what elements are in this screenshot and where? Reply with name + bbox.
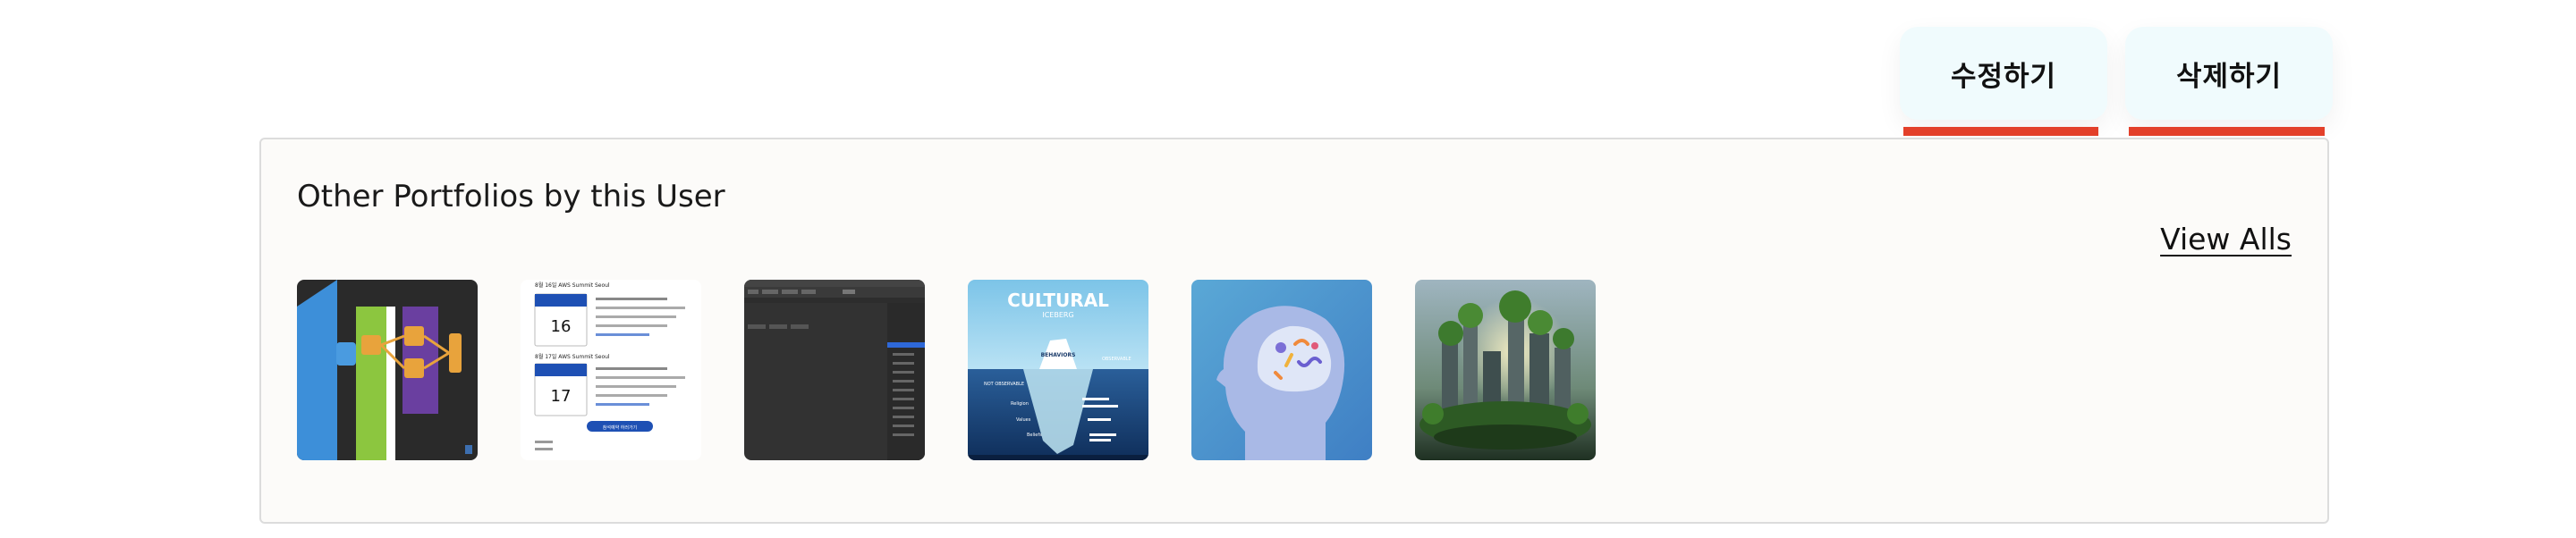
delete-button[interactable]: 삭제하기 — [2125, 27, 2333, 120]
portfolio-thumbnail[interactable] — [297, 280, 478, 460]
iceberg-observable: OBSERVABLE — [1102, 357, 1131, 362]
iceberg-beliefs: Beliefs — [1027, 433, 1042, 438]
event-schedule-image: 8월 16일 AWS Summit Seoul 16 8월 17일 AWS Su… — [521, 280, 701, 460]
schedule-heading-2: 8월 17일 AWS Summit Seoul — [535, 353, 610, 360]
architecture-diagram-image — [297, 280, 478, 460]
schedule-day-2: 17 — [551, 387, 572, 406]
iceberg-values: Values — [1016, 417, 1031, 423]
portfolio-thumbnail[interactable]: 8월 16일 AWS Summit Seoul 16 8월 17일 AWS Su… — [521, 280, 701, 460]
cultural-iceberg-image: CULTURAL ICEBERG BEHAVIORS OBSERVABLE NO… — [968, 280, 1148, 460]
edit-button[interactable]: 수정하기 — [1900, 27, 2107, 120]
edit-button-underline — [1903, 127, 2098, 136]
iceberg-subtitle: ICEBERG — [1042, 311, 1073, 319]
portfolio-thumbnail[interactable]: CULTURAL ICEBERG BEHAVIORS OBSERVABLE NO… — [968, 280, 1148, 460]
section-title: Other Portfolios by this User — [297, 179, 725, 214]
schedule-button: 참석예약 하러가기 — [603, 425, 637, 431]
iceberg-not-observable: NOT OBSERVABLE — [984, 382, 1024, 387]
iceberg-behaviors: BEHAVIORS — [1041, 352, 1076, 358]
portfolio-thumbnail[interactable] — [1191, 280, 1372, 460]
iceberg-title: CULTURAL — [1007, 290, 1109, 311]
delete-button-label: 삭제하기 — [2175, 60, 2283, 93]
page: 수정하기 삭제하기 Other Portfolios by this User … — [0, 0, 2576, 538]
schedule-day-1: 16 — [551, 317, 572, 336]
head-brain-image — [1191, 280, 1372, 460]
view-all-link[interactable]: View Alls — [2160, 222, 2292, 256]
schedule-heading-1: 8월 16일 AWS Summit Seoul — [535, 282, 610, 289]
code-editor-image — [744, 280, 925, 460]
portfolio-thumbnail[interactable] — [1415, 280, 1596, 460]
portfolio-thumbnail[interactable] — [744, 280, 925, 460]
other-portfolios-panel: Other Portfolios by this User View Alls — [259, 138, 2329, 524]
portfolio-thumbnails: 8월 16일 AWS Summit Seoul 16 8월 17일 AWS Su… — [297, 280, 1596, 460]
green-city-image — [1415, 280, 1596, 460]
delete-button-underline — [2129, 127, 2325, 136]
edit-button-label: 수정하기 — [1950, 60, 2057, 93]
iceberg-religion: Religion — [1011, 401, 1029, 407]
